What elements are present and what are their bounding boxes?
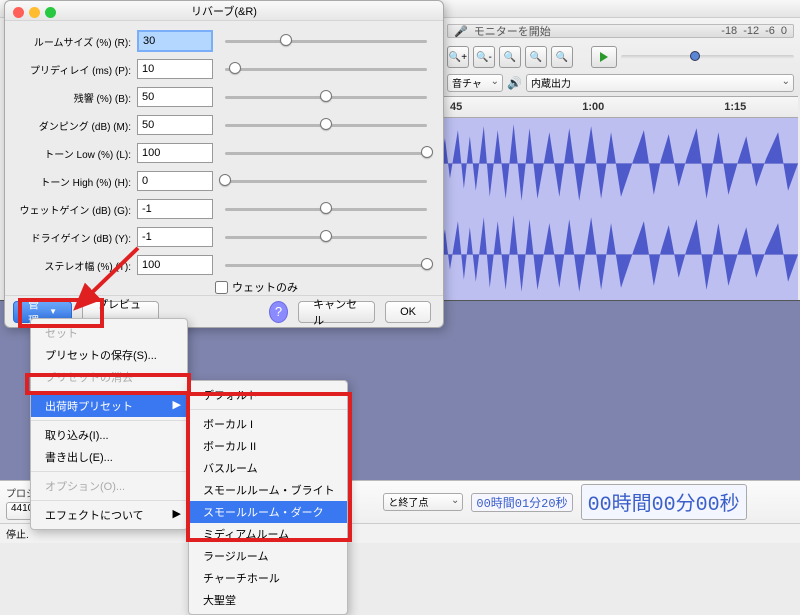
cancel-button[interactable]: キャンセル — [298, 301, 375, 323]
manage-menu: セットプリセットの保存(S)...プリセットの消去出荷時プリセット▶ 取り込み(I… — [30, 318, 188, 530]
param-slider[interactable] — [225, 255, 427, 275]
param-input[interactable] — [137, 171, 213, 191]
play-at-speed-button[interactable] — [591, 46, 617, 68]
preset-submenu: デフォルトボーカル Iボーカル IIバスルームスモールルーム・ブライトスモールル… — [188, 380, 348, 615]
ok-button[interactable]: OK — [385, 301, 431, 323]
monitor-link[interactable]: モニターを開始 — [474, 23, 551, 39]
menu-item[interactable]: バスルーム — [189, 457, 347, 479]
menu-item[interactable]: スモールルーム・ダーク — [189, 501, 347, 523]
param-row: ダンピング (dB) (M): — [19, 111, 433, 139]
param-label: ルームサイズ (%) (R): — [19, 34, 131, 49]
menu-item-factory-presets[interactable]: 出荷時プリセット▶ — [31, 395, 187, 417]
mic-icon: 🎤 — [454, 25, 468, 38]
menu-item: プリセットの消去 — [31, 366, 187, 388]
param-row: プリディレイ (ms) (P): — [19, 55, 433, 83]
selection-time[interactable]: 00時間01分20秒 — [471, 493, 572, 512]
position-time[interactable]: 00時間00分00秒 — [581, 484, 747, 520]
param-input[interactable] — [137, 115, 213, 135]
menu-item[interactable]: 書き出し(E)... — [31, 446, 187, 468]
dialog-title: リバーブ(&R) — [191, 3, 257, 19]
menu-item[interactable]: ミディアムルーム — [189, 523, 347, 545]
param-label: プリディレイ (ms) (P): — [19, 62, 131, 77]
menu-item[interactable]: スモールルーム・ブライト — [189, 479, 347, 501]
param-slider[interactable] — [225, 171, 427, 191]
input-meter[interactable]: 🎤 モニターを開始 -18 -12 -6 0 — [447, 24, 794, 38]
wet-only-input[interactable] — [215, 281, 228, 294]
param-input[interactable] — [137, 199, 213, 219]
param-row: トーン Low (%) (L): — [19, 139, 433, 167]
param-slider[interactable] — [225, 199, 427, 219]
param-label: ステレオ幅 (%) (T): — [19, 258, 131, 273]
minimize-icon[interactable] — [29, 7, 40, 18]
zoom-toggle-icon[interactable]: 🔍 — [551, 46, 573, 68]
menu-item[interactable]: ラージルーム — [189, 545, 347, 567]
param-label: ウェットゲイン (dB) (G): — [19, 202, 131, 217]
param-slider[interactable] — [225, 227, 427, 247]
param-label: トーン Low (%) (L): — [19, 146, 131, 161]
param-row: ルームサイズ (%) (R): — [19, 27, 433, 55]
waveform-view[interactable] — [440, 118, 798, 300]
zoom-out-icon[interactable]: 🔍- — [473, 46, 495, 68]
selection-mode-select[interactable]: と終了点 — [383, 493, 463, 511]
zoom-fit-icon[interactable]: 🔍 — [525, 46, 547, 68]
menu-item[interactable]: プリセットの保存(S)... — [31, 344, 187, 366]
audio-channel-select[interactable]: 音チャ — [447, 74, 503, 92]
param-slider[interactable] — [225, 115, 427, 135]
param-row: ステレオ幅 (%) (T): — [19, 251, 433, 279]
zoom-in-icon[interactable]: 🔍+ — [447, 46, 469, 68]
param-label: トーン High (%) (H): — [19, 174, 131, 189]
param-row: ウェットゲイン (dB) (G): — [19, 195, 433, 223]
zoom-icon[interactable] — [45, 7, 56, 18]
reverb-dialog: リバーブ(&R) ルームサイズ (%) (R): プリディレイ (ms) (P):… — [4, 0, 444, 328]
param-input[interactable] — [137, 59, 213, 79]
close-icon[interactable] — [13, 7, 24, 18]
param-input[interactable] — [137, 227, 213, 247]
param-slider[interactable] — [225, 143, 427, 163]
menu-item[interactable]: ボーカル I — [189, 413, 347, 435]
param-slider[interactable] — [225, 31, 427, 51]
menu-item[interactable]: デフォルト — [189, 384, 347, 406]
param-slider[interactable] — [225, 87, 427, 107]
wet-only-checkbox[interactable]: ウェットのみ — [215, 279, 443, 295]
param-label: 残響 (%) (B): — [19, 90, 131, 105]
param-input[interactable] — [137, 87, 213, 107]
param-input[interactable] — [137, 255, 213, 275]
dialog-title-bar[interactable]: リバーブ(&R) — [5, 1, 443, 21]
timeline-ruler[interactable]: 45 1:00 1:15 — [440, 96, 798, 118]
menu-item[interactable]: 取り込み(I)... — [31, 424, 187, 446]
param-row: 残響 (%) (B): — [19, 83, 433, 111]
menu-item[interactable]: エフェクトについて▶ — [31, 504, 187, 526]
param-slider[interactable] — [225, 59, 427, 79]
menu-item: オプション(O)... — [31, 475, 187, 497]
speed-slider[interactable] — [621, 55, 794, 59]
menu-item[interactable]: チャーチホール — [189, 567, 347, 589]
menu-item: セット — [31, 322, 187, 344]
help-button[interactable]: ? — [269, 301, 288, 323]
toolbar-area: 🎤 モニターを開始 -18 -12 -6 0 🔍+ 🔍- 🔍 🔍 🔍 音チャ 🔊… — [440, 18, 800, 96]
param-input[interactable] — [137, 30, 213, 52]
speaker-icon: 🔊 — [507, 76, 522, 90]
zoom-sel-icon[interactable]: 🔍 — [499, 46, 521, 68]
param-label: ダンピング (dB) (M): — [19, 118, 131, 133]
param-input[interactable] — [137, 143, 213, 163]
menu-item[interactable]: ボーカル II — [189, 435, 347, 457]
param-label: ドライゲイン (dB) (Y): — [19, 230, 131, 245]
param-row: ドライゲイン (dB) (Y): — [19, 223, 433, 251]
menu-item[interactable]: 大聖堂 — [189, 589, 347, 611]
param-row: トーン High (%) (H): — [19, 167, 433, 195]
output-select[interactable]: 内蔵出力 — [526, 74, 794, 92]
